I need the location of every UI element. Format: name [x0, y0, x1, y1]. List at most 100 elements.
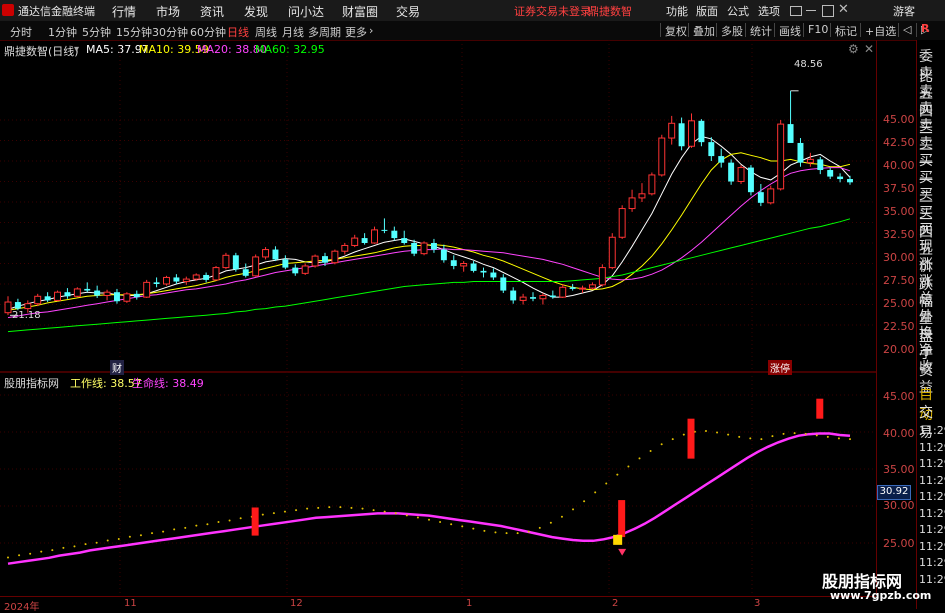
limit-up-badge[interactable]: 涨停: [768, 360, 792, 375]
trade-time: 11:29: [919, 457, 945, 470]
life-line-dot: [549, 521, 552, 524]
candle-body: [54, 291, 62, 301]
life-line-dot: [804, 432, 807, 435]
life-line-dot: [283, 510, 286, 513]
y-tick: 40.00: [883, 427, 915, 440]
life-line-dot: [716, 431, 719, 434]
y-tick: 35.00: [883, 463, 915, 476]
candle-body: [430, 243, 437, 250]
candle-body: [747, 167, 754, 193]
y-tick: 42.50: [883, 136, 915, 149]
candle-body: [530, 297, 536, 299]
candle-body: [777, 123, 785, 190]
life-line-dot: [560, 515, 563, 518]
indicator-axis: 45.00 40.00 35.00 30.00 25.00 30.92: [876, 372, 917, 595]
life-line-dot: [394, 512, 397, 515]
finance-badge[interactable]: 财: [110, 360, 124, 375]
y-tick: 45.00: [883, 390, 915, 403]
x-tick: 2024年: [4, 602, 40, 613]
trade-time: 11:29: [919, 539, 945, 553]
candle-body: [658, 137, 666, 176]
life-line-dot: [638, 457, 641, 460]
candle-body: [559, 286, 567, 298]
candle-body: [539, 294, 547, 300]
candle-body: [232, 255, 239, 270]
candle-body: [351, 237, 359, 246]
life-line-dot: [738, 435, 741, 438]
life-line-dot: [7, 556, 9, 559]
y-tick: 27.50: [883, 274, 915, 287]
candle-body: [84, 288, 91, 291]
life-line-dot: [583, 500, 586, 503]
date-axis: 2024年 11 12 1 2 3: [0, 596, 876, 613]
life-line-dot: [826, 435, 829, 438]
prev-stock-button[interactable]: ◁: [898, 23, 915, 37]
candle-body: [282, 259, 289, 268]
y-tick: 25.00: [883, 537, 915, 550]
y-tick: 45.00: [883, 113, 915, 126]
candle-body: [361, 238, 368, 243]
life-line-dot: [195, 524, 198, 527]
candle-body: [311, 255, 319, 267]
life-line-dot: [472, 527, 475, 530]
x-tick: 12: [290, 598, 303, 609]
life-line-dot: [416, 516, 419, 519]
candle-body: [371, 229, 378, 244]
life-line-dot: [206, 523, 209, 526]
kline-chart-area[interactable]: [0, 0, 876, 596]
life-line-dot: [84, 543, 87, 546]
life-line-dot: [228, 519, 231, 522]
candle-body: [510, 290, 517, 301]
candle-body: [272, 249, 279, 260]
y-tick: 30.00: [883, 499, 915, 512]
candle-body: [638, 193, 646, 199]
candle-body: [34, 295, 42, 305]
low-price-label: 21.18: [12, 310, 41, 321]
life-line-dot: [849, 438, 851, 441]
trade-time: 11:29: [919, 440, 945, 454]
life-line-dot: [594, 491, 597, 494]
life-line-dot: [62, 546, 65, 549]
candle-body: [787, 124, 794, 143]
candle-body: [322, 256, 328, 263]
life-line-dot: [95, 541, 98, 544]
candle-body: [757, 192, 764, 203]
candle-body: [678, 123, 685, 147]
candle-body: [192, 274, 200, 280]
trade-time: 11:29: [919, 424, 945, 437]
life-line-dot: [117, 538, 120, 540]
life-line-dot: [439, 520, 442, 523]
candle-body: [569, 287, 576, 289]
candle-body: [767, 188, 775, 204]
y-tick: 40.00: [883, 159, 915, 172]
s-marker-icon: [613, 534, 623, 545]
candle-body: [222, 254, 230, 269]
candle-body: [173, 277, 180, 282]
candle-body: [797, 142, 804, 163]
life-line-dot: [361, 507, 364, 510]
x-tick: 3: [754, 598, 761, 609]
life-line-dot: [383, 510, 386, 513]
candle-body: [440, 249, 447, 261]
life-line-dot: [505, 532, 508, 535]
candle-body: [668, 122, 676, 139]
life-line-dot: [151, 532, 154, 535]
candle-body: [519, 296, 527, 301]
r-icon[interactable]: R: [921, 22, 929, 35]
candle-body: [708, 142, 715, 157]
trade-time: 11:29: [919, 506, 945, 520]
candle-body: [688, 120, 695, 147]
life-line-dot: [40, 550, 43, 553]
trade-time: 11:29: [919, 523, 945, 536]
candle-body: [450, 260, 457, 266]
candle-body: [262, 249, 270, 258]
life-line-dot: [627, 465, 630, 468]
guest-label[interactable]: 游客: [893, 3, 915, 19]
candle-body: [182, 278, 190, 283]
life-line-dot: [372, 509, 375, 512]
life-line-dot: [173, 528, 176, 531]
life-line-dot: [616, 473, 619, 476]
life-line-dot: [516, 532, 519, 535]
y-tick: 35.00: [883, 205, 915, 218]
life-line-dot: [660, 443, 663, 446]
